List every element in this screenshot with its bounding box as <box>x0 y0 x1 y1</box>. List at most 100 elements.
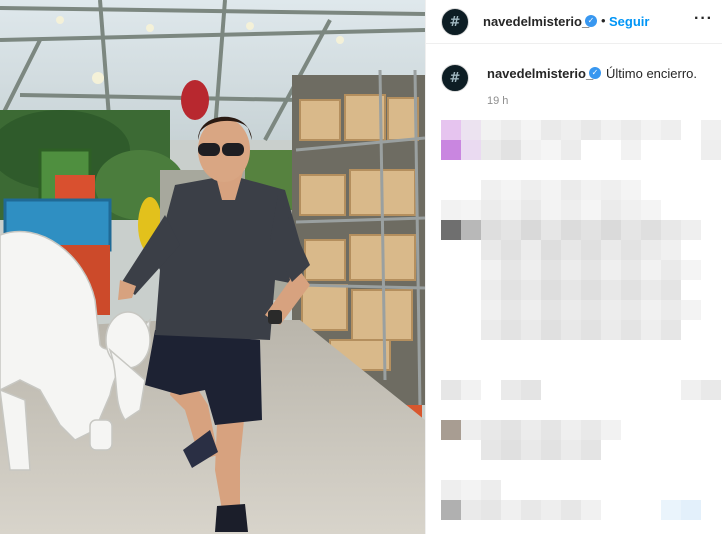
mosaic-block <box>621 280 641 300</box>
mosaic-block <box>641 280 661 300</box>
follow-button[interactable]: Seguir <box>609 14 649 29</box>
header-username[interactable]: navedelmisterio_ <box>483 14 589 29</box>
mosaic-block <box>541 140 561 160</box>
mosaic-block <box>441 500 461 520</box>
mosaic-block <box>461 420 481 440</box>
header-separator: • <box>601 13 606 28</box>
mosaic-block <box>541 180 561 200</box>
mosaic-block <box>621 240 641 260</box>
mosaic-block <box>641 260 661 280</box>
mosaic-block <box>581 220 601 240</box>
mosaic-block <box>521 240 541 260</box>
mosaic-block <box>521 440 541 460</box>
mosaic-block <box>481 260 501 280</box>
mosaic-block <box>501 300 521 320</box>
mosaic-block <box>601 420 621 440</box>
mosaic-block <box>481 280 501 300</box>
mosaic-block <box>661 220 681 240</box>
mosaic-block <box>601 300 621 320</box>
mosaic-block <box>521 380 541 400</box>
mosaic-block <box>521 140 541 160</box>
mosaic-block <box>521 120 541 140</box>
avatar[interactable]: # <box>441 8 469 36</box>
mosaic-block <box>641 320 661 340</box>
mosaic-block <box>521 300 541 320</box>
mosaic-block <box>481 440 501 460</box>
mosaic-block <box>541 300 561 320</box>
mosaic-block <box>541 120 561 140</box>
mosaic-block <box>701 380 721 400</box>
mosaic-block <box>621 320 641 340</box>
post-timestamp[interactable]: 19 h <box>487 95 508 107</box>
mosaic-block <box>461 500 481 520</box>
mosaic-block <box>541 280 561 300</box>
mosaic-block <box>481 240 501 260</box>
mosaic-block <box>481 120 501 140</box>
mosaic-block <box>521 200 541 220</box>
mosaic-block <box>501 440 521 460</box>
mosaic-block <box>621 300 641 320</box>
mosaic-block <box>441 140 461 160</box>
mosaic-block <box>601 220 621 240</box>
mosaic-block <box>641 220 661 240</box>
mosaic-block <box>501 200 521 220</box>
mosaic-block <box>461 220 481 240</box>
mosaic-block <box>621 120 641 140</box>
mosaic-block <box>561 260 581 280</box>
mosaic-block <box>481 480 501 500</box>
mosaic-block <box>501 260 521 280</box>
mosaic-block <box>621 220 641 240</box>
mosaic-block <box>601 320 621 340</box>
mosaic-block <box>521 280 541 300</box>
mosaic-block <box>641 120 661 140</box>
mosaic-block <box>701 120 721 140</box>
mosaic-block <box>521 500 541 520</box>
mosaic-block <box>561 180 581 200</box>
mosaic-block <box>581 440 601 460</box>
mosaic-block <box>541 240 561 260</box>
post-photo[interactable] <box>0 0 425 534</box>
mosaic-block <box>481 500 501 520</box>
mosaic-block <box>521 260 541 280</box>
mosaic-block <box>561 240 581 260</box>
mosaic-block <box>461 140 481 160</box>
mosaic-block <box>441 120 461 140</box>
mosaic-block <box>561 440 581 460</box>
mosaic-block <box>481 140 501 160</box>
pixelated-comments-area <box>426 115 722 534</box>
mosaic-block <box>661 260 681 280</box>
mosaic-block <box>501 240 521 260</box>
mosaic-block <box>581 200 601 220</box>
mosaic-block <box>461 480 481 500</box>
mosaic-block <box>621 200 641 220</box>
mosaic-block <box>541 260 561 280</box>
more-options-icon[interactable]: ··· <box>694 10 713 28</box>
mosaic-block <box>541 420 561 440</box>
verified-badge-icon: ✓ <box>585 15 597 27</box>
mosaic-block <box>641 240 661 260</box>
caption-verified-badge-icon: ✓ <box>589 67 601 79</box>
mosaic-block <box>581 280 601 300</box>
mosaic-block <box>561 200 581 220</box>
mosaic-block <box>481 320 501 340</box>
mosaic-block <box>581 320 601 340</box>
mosaic-block <box>501 420 521 440</box>
mosaic-block <box>461 120 481 140</box>
mosaic-block <box>541 200 561 220</box>
mosaic-block <box>601 180 621 200</box>
mosaic-block <box>481 220 501 240</box>
mosaic-block <box>661 280 681 300</box>
mosaic-block <box>501 280 521 300</box>
mosaic-block <box>561 220 581 240</box>
mosaic-block <box>641 300 661 320</box>
mosaic-block <box>561 300 581 320</box>
mosaic-block <box>701 140 721 160</box>
caption-username[interactable]: navedelmisterio_ <box>487 66 593 81</box>
caption-avatar[interactable]: # <box>441 64 469 92</box>
mosaic-block <box>621 260 641 280</box>
mosaic-block <box>581 420 601 440</box>
mosaic-block <box>501 140 521 160</box>
mosaic-block <box>501 180 521 200</box>
mosaic-block <box>541 440 561 460</box>
mosaic-block <box>501 120 521 140</box>
